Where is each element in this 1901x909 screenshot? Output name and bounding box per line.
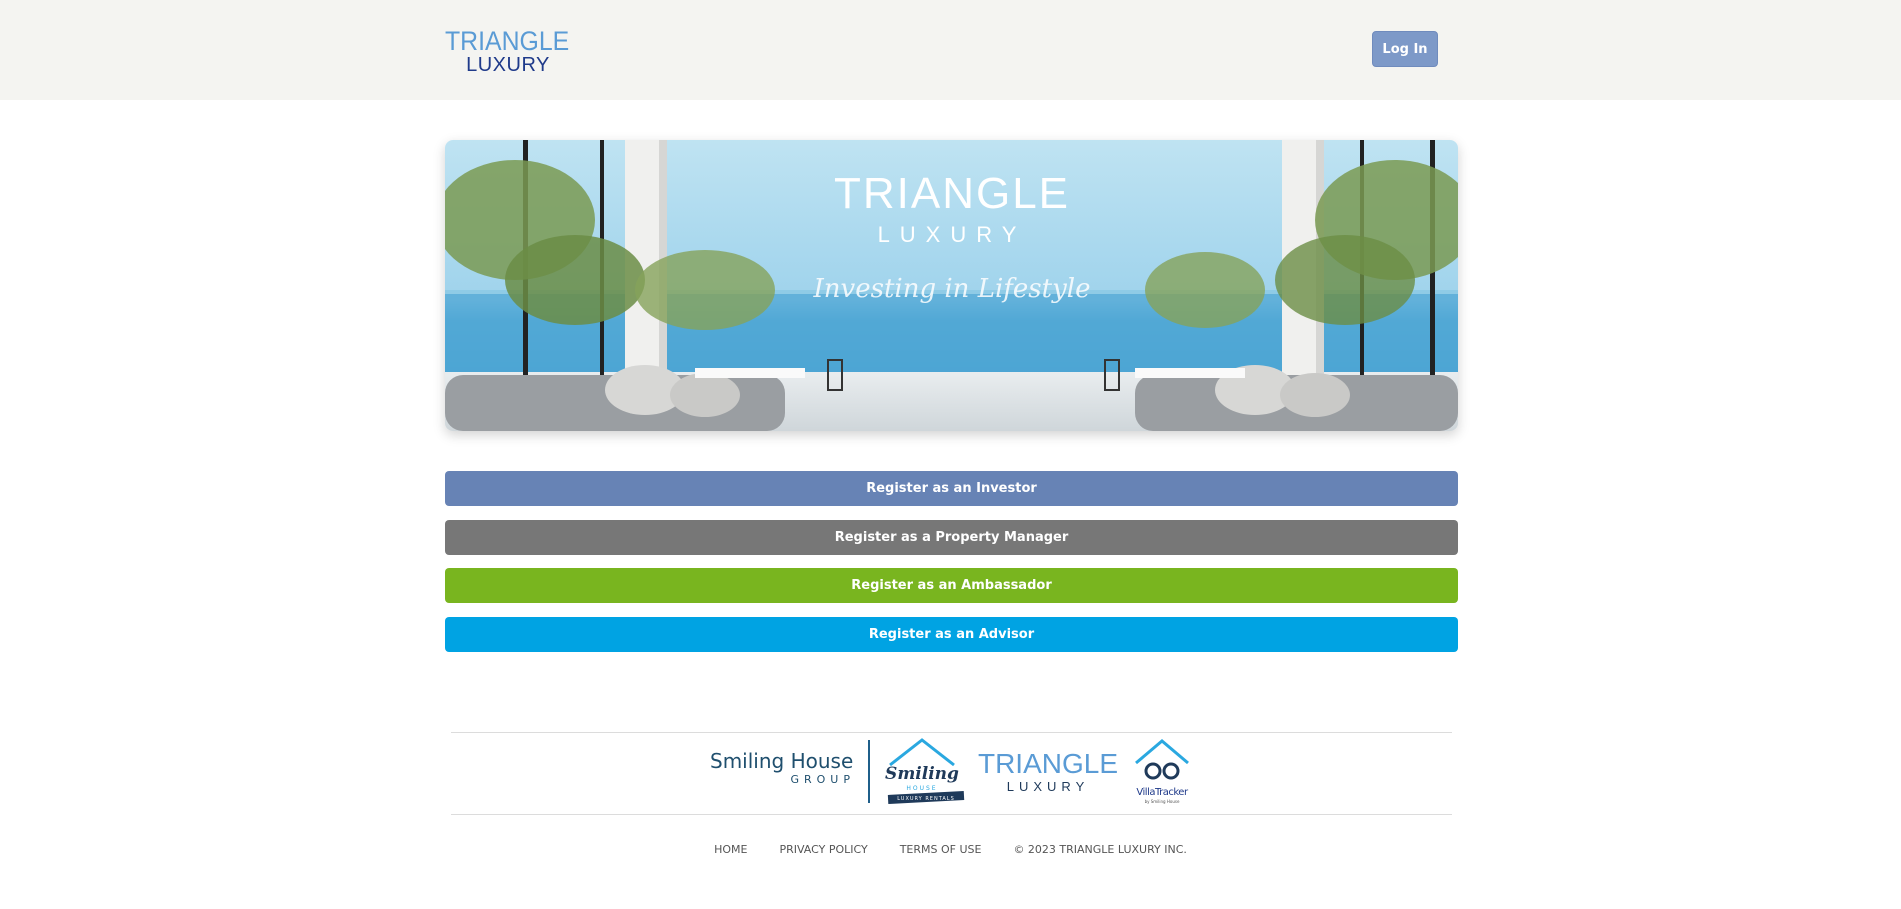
binoculars-icon (1144, 762, 1162, 780)
smiling-house-group-logo[interactable]: Smiling House GROUP (710, 749, 855, 786)
villatracker-roof-icon (1135, 739, 1189, 765)
register-investor-button[interactable]: Register as an Investor (445, 471, 1458, 506)
hero-banner: TRIANGLE LUXURY Investing in Lifestyle (445, 140, 1458, 431)
smiling-house-sub: HOUSE (906, 785, 937, 792)
footer-privacy-link[interactable]: PRIVACY POLICY (779, 843, 867, 856)
footer-divider-bottom (451, 814, 1452, 815)
smiling-house-group-line1: Smiling House (710, 749, 853, 773)
smiling-house-logo[interactable]: Smiling HOUSE LUXURY RENTALS (885, 738, 965, 804)
footer-links: HOME PRIVACY POLICY TERMS OF USE © 2023 … (0, 843, 1901, 856)
triangle-luxury-footer-logo[interactable]: TRIANGLE LUXURY (978, 748, 1118, 794)
smiling-house-group-line2: GROUP (790, 773, 855, 786)
footer-divider-top (451, 732, 1452, 733)
register-advisor-button[interactable]: Register as an Advisor (445, 617, 1458, 652)
register-ambassador-button[interactable]: Register as an Ambassador (445, 568, 1458, 603)
site-header: TRIANGLE LUXURY Log In (0, 0, 1901, 100)
footer-triangle-line2: LUXURY (1007, 779, 1090, 794)
villatracker-name: VillaTracker (1136, 787, 1189, 798)
smiling-house-ribbon: LUXURY RENTALS (897, 796, 955, 802)
footer-copyright: © 2023 TRIANGLE LUXURY INC. (1013, 843, 1187, 856)
login-button[interactable]: Log In (1372, 31, 1438, 67)
triangle-luxury-logo[interactable]: TRIANGLE LUXURY (445, 26, 571, 76)
partner-logos: Smiling House GROUP Smiling HOUSE LUXURY… (700, 735, 1200, 807)
footer-home-link[interactable]: HOME (714, 843, 747, 856)
footer-triangle-line1: TRIANGLE (978, 748, 1118, 779)
house-roof-icon (889, 738, 955, 767)
logo-line1: TRIANGLE (445, 26, 570, 56)
footer-terms-link[interactable]: TERMS OF USE (900, 843, 982, 856)
hero-image: TRIANGLE LUXURY Investing in Lifestyle (445, 140, 1458, 431)
logo-line2: LUXURY (466, 54, 550, 76)
hero-brand-line1: TRIANGLE (834, 169, 1070, 218)
register-property-manager-button[interactable]: Register as a Property Manager (445, 520, 1458, 555)
partner-divider (868, 740, 870, 803)
smiling-house-word: Smiling (885, 764, 959, 784)
villatracker-sub: by Smiling House (1145, 799, 1180, 804)
hero-tagline: Investing in Lifestyle (813, 274, 1091, 304)
hero-brand-line2: LUXURY (878, 222, 1027, 247)
villatracker-logo[interactable]: VillaTracker by Smiling House (1135, 739, 1189, 804)
